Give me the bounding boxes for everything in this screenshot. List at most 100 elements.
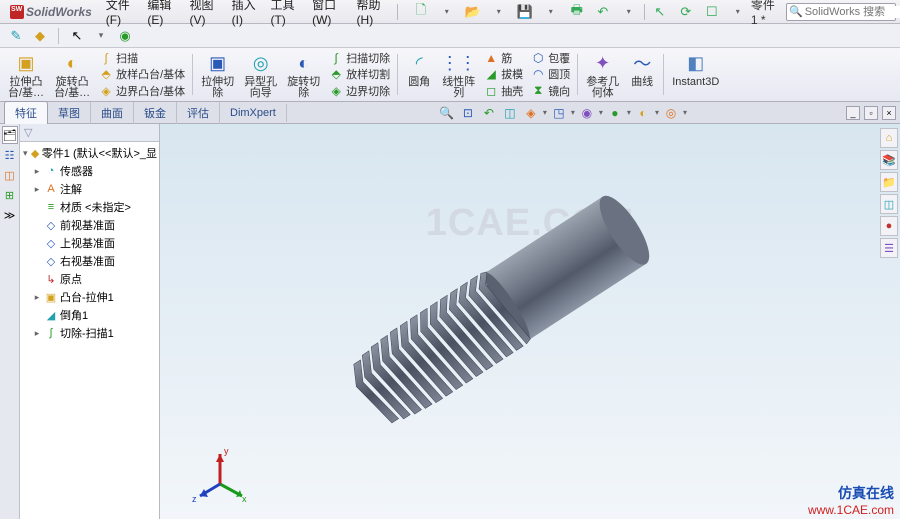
dome-button[interactable]: ◠圆顶 [531,66,570,82]
zoom-area-button[interactable]: ⊡ [459,104,477,122]
search-box[interactable]: 🔍 [786,3,896,21]
dropdown-icon[interactable]: ▾ [571,108,575,117]
dropdown-icon[interactable]: ▾ [683,108,687,117]
loft-button[interactable]: ⬘放样凸台/基体 [99,66,185,82]
filter-icon[interactable]: ▽ [24,126,32,139]
menu-view[interactable]: 视图(V) [184,0,224,29]
tree-chamfer1[interactable]: ◢ 倒角1 [20,306,159,324]
menu-help[interactable]: 帮助(H) [351,0,392,29]
dropdown-icon[interactable]: ▾ [540,2,562,22]
draft-button[interactable]: ◢拔模 [484,66,523,82]
menu-edit[interactable]: 编辑(E) [141,0,181,29]
restore-button[interactable]: ▫ [864,106,878,120]
linear-pattern-button[interactable]: ⋮⋮ 线性阵 列 [438,50,479,99]
expand-icon[interactable]: ▸ [32,328,42,339]
view-orientation-button[interactable]: ◈ [522,104,540,122]
undo-button[interactable]: ↶ [592,2,614,22]
fillet-button[interactable]: ◜ 圆角 [402,50,436,99]
sketch-tool-icon[interactable]: ✎ [6,26,26,46]
custom-props-tab[interactable]: ☰ [880,238,898,258]
rebuild-button[interactable]: ⟳ [675,2,697,22]
appearances-tab[interactable]: ● [880,216,898,236]
instant3d-button[interactable]: ◧ Instant3D [668,50,723,99]
select-button[interactable]: ↖ [649,2,671,22]
apply-scene-button[interactable]: ◐ [634,104,652,122]
print-button[interactable]: 🖶 [566,2,588,22]
tab-evaluate[interactable]: 评估 [177,102,220,124]
tree-top-plane[interactable]: ◇ 上视基准面 [20,234,159,252]
display-style-button[interactable]: ◳ [550,104,568,122]
expand-icon[interactable]: ▸ [32,166,42,177]
dropdown-icon[interactable]: ▾ [436,2,458,22]
menu-window[interactable]: 窗口(W) [306,0,348,29]
orientation-triad[interactable]: y x z [190,444,250,509]
hole-wizard-button[interactable]: ◎ 异型孔 向导 [240,50,281,99]
mirror-button[interactable]: ⧗镜向 [531,83,570,99]
dropdown-icon[interactable]: ▾ [618,2,640,22]
sweep-button[interactable]: ∫扫描 [99,50,185,66]
open-button[interactable]: 📂 [462,2,484,22]
wrap-button[interactable]: ⬡包覆 [531,50,570,66]
tree-material[interactable]: ≡ 材质 <未指定> [20,198,159,216]
tab-features[interactable]: 特征 [4,101,48,125]
dropdown-icon[interactable]: ▾ [599,108,603,117]
tree-origin[interactable]: ↳ 原点 [20,270,159,288]
boundary-cut-button[interactable]: ◈边界切除 [329,83,390,99]
select-tool-icon[interactable]: ↖ [67,26,87,46]
design-library-tab[interactable]: 📚 [880,150,898,170]
tab-dimxpert[interactable]: DimXpert [220,104,287,122]
resources-tab[interactable]: ⌂ [880,128,898,148]
view-palette-tab[interactable]: ◫ [880,194,898,214]
tree-root[interactable]: ▾ ◆ 零件1 (默认<<默认>_显 [20,144,159,162]
curves-button[interactable]: ～ 曲线 [625,50,659,99]
dropdown-icon[interactable]: ▾ [627,108,631,117]
dropdown-icon[interactable]: ▾ [91,26,111,46]
tab-sketch[interactable]: 草图 [48,102,91,124]
options-button[interactable]: ☐ [701,2,723,22]
collapse-icon[interactable]: ▾ [22,148,29,159]
sweep-cut-button[interactable]: ∫扫描切除 [329,50,390,66]
shell-button[interactable]: ◻抽壳 [484,83,523,99]
extrude-boss-button[interactable]: ▣ 拉伸凸 台/基… [4,50,48,99]
minimize-button[interactable]: _ [846,106,860,120]
revolve-cut-button[interactable]: ◐ 旋转切 除 [283,50,324,99]
rib-button[interactable]: ▲筋 [484,50,523,66]
menu-insert[interactable]: 插入(I) [226,0,263,29]
dropdown-icon[interactable]: ▾ [543,108,547,117]
menu-tools[interactable]: 工具(T) [264,0,304,29]
feature-manager-tab[interactable]: 🗂 [2,126,18,144]
previous-view-button[interactable]: ↶ [480,104,498,122]
tree-annotations[interactable]: ▸ A 注解 [20,180,159,198]
display-manager-tab[interactable]: ≫ [2,206,18,224]
tree-front-plane[interactable]: ◇ 前视基准面 [20,216,159,234]
tree-extrude1[interactable]: ▸ ▣ 凸台-拉伸1 [20,288,159,306]
dropdown-icon[interactable]: ▾ [655,108,659,117]
tab-surface[interactable]: 曲面 [91,102,134,124]
rebuild-icon[interactable]: ◉ [115,26,135,46]
loft-cut-button[interactable]: ⬘放样切割 [329,66,390,82]
new-button[interactable]: 🗋 [410,2,432,22]
dropdown-icon[interactable]: ▾ [488,2,510,22]
tree-sensors[interactable]: ▸ ◔ 传感器 [20,162,159,180]
section-view-button[interactable]: ◫ [501,104,519,122]
edit-appearance-button[interactable]: ● [606,104,624,122]
tab-sheetmetal[interactable]: 钣金 [134,102,177,124]
graphics-viewport[interactable]: 1CAE.COM [160,124,900,519]
revolve-boss-button[interactable]: ◐ 旋转凸 台/基… [50,50,94,99]
zoom-fit-button[interactable]: 🔍 [438,104,456,122]
tree-right-plane[interactable]: ◇ 右视基准面 [20,252,159,270]
feature-tool-icon[interactable]: ◆ [30,26,50,46]
tree-cutsweep1[interactable]: ▸ ∫ 切除-扫描1 [20,324,159,342]
configuration-manager-tab[interactable]: ◫ [2,166,18,184]
boundary-button[interactable]: ◈边界凸台/基体 [99,83,185,99]
dimxpert-manager-tab[interactable]: ⊞ [2,186,18,204]
close-button[interactable]: × [882,106,896,120]
dropdown-icon[interactable]: ▾ [727,2,749,22]
property-manager-tab[interactable]: ☷ [2,146,18,164]
file-explorer-tab[interactable]: 📁 [880,172,898,192]
extrude-cut-button[interactable]: ▣ 拉伸切 除 [197,50,238,99]
hide-show-button[interactable]: ◉ [578,104,596,122]
view-setting-button[interactable]: ◎ [662,104,680,122]
reference-geometry-button[interactable]: ✦ 参考几 何体 [582,50,623,99]
save-button[interactable]: 💾 [514,2,536,22]
